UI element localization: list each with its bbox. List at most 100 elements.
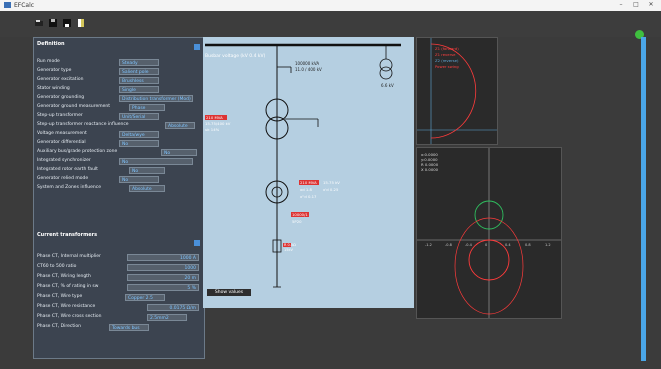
row-value[interactable]: 1000 [127,264,199,271]
plot2-label: X 0.0000 [421,167,439,172]
row-label: Phase CT, Direction [37,324,81,329]
save-as-icon[interactable] [62,18,72,28]
document-icon[interactable] [76,18,86,28]
app-icon [4,2,11,8]
ct-value: 5P20 [292,219,302,224]
row-value[interactable]: Brushless [119,77,159,84]
window-titlebar: EFCalc – □ ✕ [0,0,661,11]
row-value[interactable]: 0.0175 Ω/m [147,304,199,311]
x-tick-label: 1.2 [545,243,551,247]
settings-panel: Definition Run mode Steady Generator type… [33,37,205,359]
row-label: Phase CT, Wire resistance [37,304,96,309]
maximize-button[interactable]: □ [631,1,641,10]
row-value[interactable]: 2.5mm2 [147,314,187,321]
row-label: Phase CT, Wire cross section [37,314,102,319]
definition-row: Run mode Steady [37,59,201,66]
row-value[interactable]: No [161,149,197,156]
definition-row: Step-up transformer Unit/Serial [37,113,201,120]
definition-row: Generator type Salient pole [37,68,201,75]
definition-row: Generator grounding Distribution transfor… [37,95,201,102]
ct-row: Phase CT, Wiring length 20 m [37,274,201,281]
unit-value: uk 14% [205,127,220,132]
ground-value: 15kV [284,248,293,252]
row-label: Integrated synchronizer [37,158,91,163]
row-value[interactable]: 1000 A [127,254,199,261]
row-label: Generator ground measurement [37,104,111,109]
row-value[interactable]: Copper 2.5 [125,294,165,301]
gen-value: 15.75 kV [323,180,340,185]
definition-row: Integrated synchronizer No [37,158,201,165]
toolbar [0,11,661,39]
definition-title: Definition [37,41,65,47]
plot1-label: Z1 (forward) [435,46,459,51]
row-value[interactable]: Absolute [165,122,195,129]
definition-row: Auxiliary bus/grade protection zone No [37,149,201,156]
current-transformers-title: Current transformers [37,232,98,238]
ct-row: CT60 to 500 ratio 1000 [37,264,201,271]
window-title: EFCalc [14,2,35,9]
plot1-label: Z1 reverse [435,52,456,57]
row-value[interactable]: No [119,158,193,165]
definition-row: Generator differential No [37,140,201,147]
row-label: CT60 to 500 ratio [37,264,77,269]
ct-row: Phase CT, Wire cross section 2.5mm2 [37,314,201,321]
ct-row: Phase CT, Wire resistance 0.0175 Ω/m [37,304,201,311]
row-label: Step-up transformer [37,113,83,118]
row-value[interactable]: Salient pole [119,68,159,75]
row-label: Integrated rotor earth fault [37,167,98,172]
row-label: Step-up transformer reactance influence [37,122,129,127]
row-value[interactable]: No [119,176,159,183]
definition-row: System and Zones influence Absolute [37,185,201,192]
x-tick-label: -0.8 [445,243,452,247]
ct-row: Phase CT, Wire type Copper 2.5 [37,294,201,301]
x-tick-label: 0 [485,243,487,247]
zone-plot: Z1 (forward) Z1 reverse Z2 (reverse) Pow… [416,37,498,145]
definition-row: Voltage measurement Delta/wye [37,131,201,138]
definition-row: Generator ground measurement Phase [37,104,201,111]
row-label: Phase CT, Wire type [37,294,83,299]
row-value[interactable]: Delta/wye [119,131,159,138]
current-collapse-button[interactable] [194,240,200,246]
row-label: Run mode [37,59,60,64]
cut-icon[interactable] [34,18,44,28]
save-icon[interactable] [48,18,58,28]
ct-value: 10000/1 [292,212,308,217]
row-value[interactable]: Unit/Serial [119,113,159,120]
definition-row: Generator relied mode No [37,176,201,183]
row-value[interactable]: No [119,140,159,147]
ct-row: Phase CT, % of rating in sw 5 % [37,284,201,291]
definition-collapse-button[interactable] [194,44,200,50]
close-button[interactable]: ✕ [646,1,656,10]
row-label: Auxiliary bus/grade protection zone [37,149,118,154]
minimize-button[interactable]: – [616,1,626,10]
row-value[interactable]: Steady [119,59,159,66]
gen-value: xd 1.8 [300,187,312,192]
ct-row: Phase CT, Internal multiplier 1000 A [37,254,201,261]
row-label: Generator type [37,68,72,73]
row-label: Voltage measurement [37,131,87,136]
row-value[interactable]: No [129,167,165,174]
row-value[interactable]: Absolute [129,185,165,192]
row-value[interactable]: Single [119,86,159,93]
definition-row: Generator excitation Brushless [37,77,201,84]
row-label: Generator grounding [37,95,85,100]
show-values-button[interactable]: Show values [207,289,251,296]
ground-value: R 0.5Ω [284,243,296,247]
gen-value: x'd 0.25 [323,187,339,192]
ct-row: Phase CT, Direction Towards bus [37,324,201,331]
x-tick-label: 0.4 [505,243,511,247]
definition-row: Step-up transformer reactance influence A… [37,122,201,129]
row-label: Phase CT, % of rating in sw [37,284,99,289]
row-label: Phase CT, Wiring length [37,274,91,279]
row-value[interactable]: 20 m [127,274,199,281]
definition-row: Integrated rotor earth fault No [37,167,201,174]
row-value[interactable]: Towards bus [109,324,149,331]
rx-plot: x:0.0000 y:0.0000 R 0.0000 X 0.0000 -1.2… [416,147,562,319]
row-value[interactable]: Phase [129,104,165,111]
row-label: Generator relied mode [37,176,89,181]
x-tick-label: -0.4 [465,243,473,247]
vertical-scrollbar[interactable] [641,37,646,361]
row-label: Generator excitation [37,77,84,82]
row-value[interactable]: 5 % [127,284,199,291]
row-value[interactable]: Distribution transformer (Mod) [119,95,193,102]
